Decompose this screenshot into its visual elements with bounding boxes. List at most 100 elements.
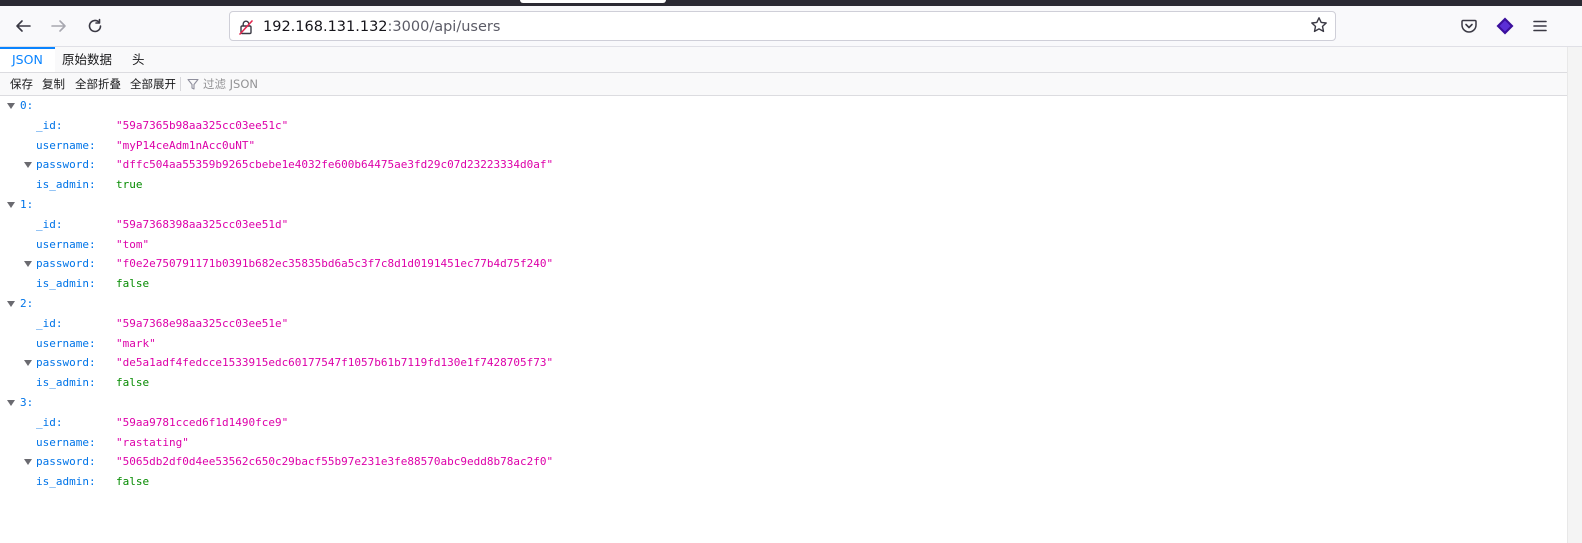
tree-item-row[interactable]: 0: [0, 96, 1567, 116]
field-value: false [116, 475, 150, 489]
field-key: is_admin: [36, 376, 96, 390]
json-tree: 0: _id: "59a7365b98aa325cc03ee51c" usern… [0, 96, 1567, 492]
tab-json[interactable]: JSON [0, 47, 55, 72]
collapse-all-button[interactable]: 全部折叠 [75, 73, 121, 95]
field-row[interactable]: _id: "59a7365b98aa325cc03ee51c" [0, 116, 1567, 136]
json-toolbar: 保存 复制 全部折叠 全部展开 [0, 73, 1567, 96]
field-value: "59a7368e98aa325cc03ee51e" [116, 316, 289, 330]
hamburger-menu-icon [1531, 17, 1549, 35]
field-value: false [116, 277, 150, 291]
field-row[interactable]: is_admin: false [0, 373, 1567, 393]
field-value: false [116, 376, 150, 390]
item-index: 3: [20, 395, 34, 409]
field-row[interactable]: password: "dffc504aa55359b9265cbebe1e403… [0, 155, 1567, 175]
field-row[interactable]: _id: "59a7368e98aa325cc03ee51e" [0, 314, 1567, 334]
item-index: 0: [20, 99, 34, 112]
field-row[interactable]: username: "rastating" [0, 433, 1567, 453]
bookmark-button[interactable] [1308, 16, 1330, 38]
pocket-icon [1460, 17, 1478, 35]
back-button[interactable] [7, 10, 39, 42]
field-row[interactable]: username: "mark" [0, 334, 1567, 354]
reload-icon [86, 17, 104, 35]
url-text[interactable]: 192.168.131.132:3000/api/users [263, 17, 500, 37]
field-key: username: [36, 138, 96, 152]
field-row[interactable]: _id: "59a7368398aa325cc03ee51d" [0, 215, 1567, 235]
field-key: username: [36, 435, 96, 449]
field-value: "rastating" [116, 435, 189, 449]
viewer-tabs: JSON 原始数据 头 [0, 47, 1567, 73]
toolbar-divider [180, 77, 181, 91]
extension-button[interactable] [1489, 10, 1521, 42]
save-button[interactable]: 保存 [10, 73, 33, 95]
reload-button[interactable] [79, 10, 111, 42]
field-key: password: [36, 158, 96, 172]
field-value: "mark" [116, 336, 156, 350]
filter-icon [186, 77, 200, 91]
field-value: true [116, 178, 143, 192]
navigation-toolbar: 192.168.131.132:3000/api/users [0, 6, 1582, 47]
field-value: "dffc504aa55359b9265cbebe1e4032fe600b644… [116, 158, 554, 172]
filter-box[interactable] [186, 73, 486, 95]
address-bar[interactable]: 192.168.131.132:3000/api/users [229, 11, 1336, 41]
back-arrow-icon [14, 17, 32, 35]
field-value: "5065db2df0d4ee53562c650c29bacf55b97e231… [116, 455, 554, 469]
expand-all-button[interactable]: 全部展开 [130, 73, 176, 95]
bookmark-star-icon [1310, 16, 1328, 38]
field-value: "59aa9781cced6f1d1490fce9" [116, 415, 289, 429]
field-row[interactable]: username: "myP14ceAdm1nAcc0uNT" [0, 136, 1567, 156]
browser-window: 192.168.131.132:3000/api/users JSON 原始数据… [0, 0, 1582, 543]
expand-toggle-icon[interactable] [24, 459, 32, 466]
url-path: :3000/api/users [387, 19, 501, 35]
forward-button[interactable] [43, 10, 75, 42]
field-row[interactable]: is_admin: false [0, 274, 1567, 294]
forward-arrow-icon [50, 17, 68, 35]
tab-raw-data[interactable]: 原始数据 [62, 47, 112, 72]
extension-icon [1495, 16, 1515, 36]
field-key: _id: [36, 415, 63, 429]
expand-toggle-icon[interactable] [24, 162, 32, 169]
field-value: "myP14ceAdm1nAcc0uNT" [116, 138, 256, 152]
field-row[interactable]: password: "de5a1adf4fedcce1533915edc6017… [0, 353, 1567, 373]
vertical-scrollbar[interactable] [1567, 47, 1582, 543]
expand-toggle-icon[interactable] [7, 399, 15, 406]
field-value: "de5a1adf4fedcce1533915edc60177547f1057b… [116, 356, 554, 370]
field-key: is_admin: [36, 277, 96, 291]
expand-toggle-icon[interactable] [7, 300, 15, 307]
field-row[interactable]: username: "tom" [0, 235, 1567, 255]
field-key: _id: [36, 217, 63, 231]
field-value: "59a7365b98aa325cc03ee51c" [116, 118, 289, 132]
tab-headers[interactable]: 头 [132, 47, 145, 72]
filter-input[interactable] [203, 77, 463, 91]
url-host: 192.168.131.132 [263, 19, 388, 35]
active-tab-edge[interactable] [520, 0, 666, 3]
field-row[interactable]: password: "f0e2e750791171b0391b682ec3583… [0, 254, 1567, 274]
field-key: _id: [36, 118, 63, 132]
field-value: "f0e2e750791171b0391b682ec35835bd6a5c3f7… [116, 257, 554, 271]
field-row[interactable]: password: "5065db2df0d4ee53562c650c29bac… [0, 452, 1567, 472]
field-row[interactable]: is_admin: true [0, 175, 1567, 195]
field-key: _id: [36, 316, 63, 330]
field-row[interactable]: _id: "59aa9781cced6f1d1490fce9" [0, 413, 1567, 433]
tree-item-row[interactable]: 2: [0, 294, 1567, 314]
field-key: username: [36, 336, 96, 350]
field-row[interactable]: is_admin: false [0, 472, 1567, 492]
field-key: password: [36, 356, 96, 370]
insecure-lock-icon[interactable] [236, 17, 256, 37]
expand-toggle-icon[interactable] [24, 261, 32, 268]
expand-toggle-icon[interactable] [24, 360, 32, 367]
item-index: 1: [20, 197, 34, 211]
expand-toggle-icon[interactable] [7, 201, 15, 208]
tree-item-row[interactable]: 3: [0, 393, 1567, 413]
menu-button[interactable] [1524, 10, 1556, 42]
tree-item-row[interactable]: 1: [0, 195, 1567, 215]
field-value: "tom" [116, 237, 150, 251]
pocket-button[interactable] [1453, 10, 1485, 42]
field-key: is_admin: [36, 178, 96, 192]
field-key: username: [36, 237, 96, 251]
field-key: is_admin: [36, 475, 96, 489]
item-index: 2: [20, 296, 34, 310]
expand-toggle-icon[interactable] [7, 103, 15, 109]
field-value: "59a7368398aa325cc03ee51d" [116, 217, 289, 231]
field-key: password: [36, 455, 96, 469]
copy-button[interactable]: 复制 [42, 73, 65, 95]
